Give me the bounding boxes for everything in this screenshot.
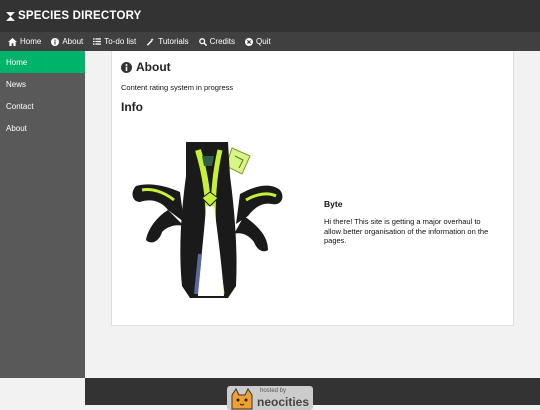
sidebar-item-label: News [6, 79, 27, 89]
footer: hosted by neocities [85, 378, 540, 410]
cat-mascot-icon [231, 388, 253, 410]
neocities-name: neocities [257, 395, 310, 409]
site-title: SPECIES DIRECTORY [18, 10, 142, 22]
nav-todo-label: To-do list [104, 37, 137, 46]
nav-quit[interactable]: Quit [245, 37, 271, 46]
about-text: Content rating system in progress [121, 83, 234, 92]
sidebar-item-about[interactable]: About [0, 117, 85, 139]
about-heading: About [121, 60, 171, 74]
nav-bar: Home About To-do list Tutorials Credits … [0, 32, 540, 51]
content-panel: About Content rating system in progress … [111, 51, 514, 326]
sidebar-item-news[interactable]: News [0, 73, 85, 95]
about-heading-text: About [136, 60, 171, 74]
nav-todo[interactable]: To-do list [93, 37, 136, 46]
info-icon [51, 37, 60, 46]
sidebar: Home News Contact About [0, 51, 85, 378]
nav-home-label: Home [20, 37, 42, 46]
info-heading: Info [121, 100, 143, 114]
top-bar: SPECIES DIRECTORY [0, 0, 540, 32]
hourglass-logo-icon [6, 11, 15, 21]
search-icon [198, 37, 207, 46]
sidebar-item-label: Home [6, 57, 28, 67]
nav-tutorials[interactable]: Tutorials [146, 37, 189, 46]
info-icon [121, 61, 132, 73]
nav-about[interactable]: About [51, 37, 83, 46]
list-icon [93, 38, 102, 45]
character-description: Hi there! This site is getting a major o… [324, 217, 489, 245]
close-circle-icon [245, 37, 253, 46]
home-icon [8, 37, 17, 46]
nav-quit-label: Quit [256, 37, 271, 46]
wand-icon [147, 37, 155, 46]
nav-credits[interactable]: Credits [198, 37, 235, 46]
nav-credits-label: Credits [209, 37, 235, 46]
nav-home[interactable]: Home [8, 37, 41, 46]
nav-tutorials-label: Tutorials [158, 37, 189, 46]
sidebar-item-home[interactable]: Home [0, 51, 85, 73]
sidebar-item-contact[interactable]: Contact [0, 95, 85, 117]
sidebar-item-label: About [6, 123, 27, 133]
sidebar-item-label: Contact [6, 101, 34, 111]
character-name: Byte [324, 199, 343, 209]
byte-character-illustration [132, 142, 283, 298]
neocities-badge[interactable]: hosted by neocities [227, 386, 313, 410]
neocities-hosted-by: hosted by [260, 388, 287, 394]
nav-about-label: About [62, 37, 84, 46]
